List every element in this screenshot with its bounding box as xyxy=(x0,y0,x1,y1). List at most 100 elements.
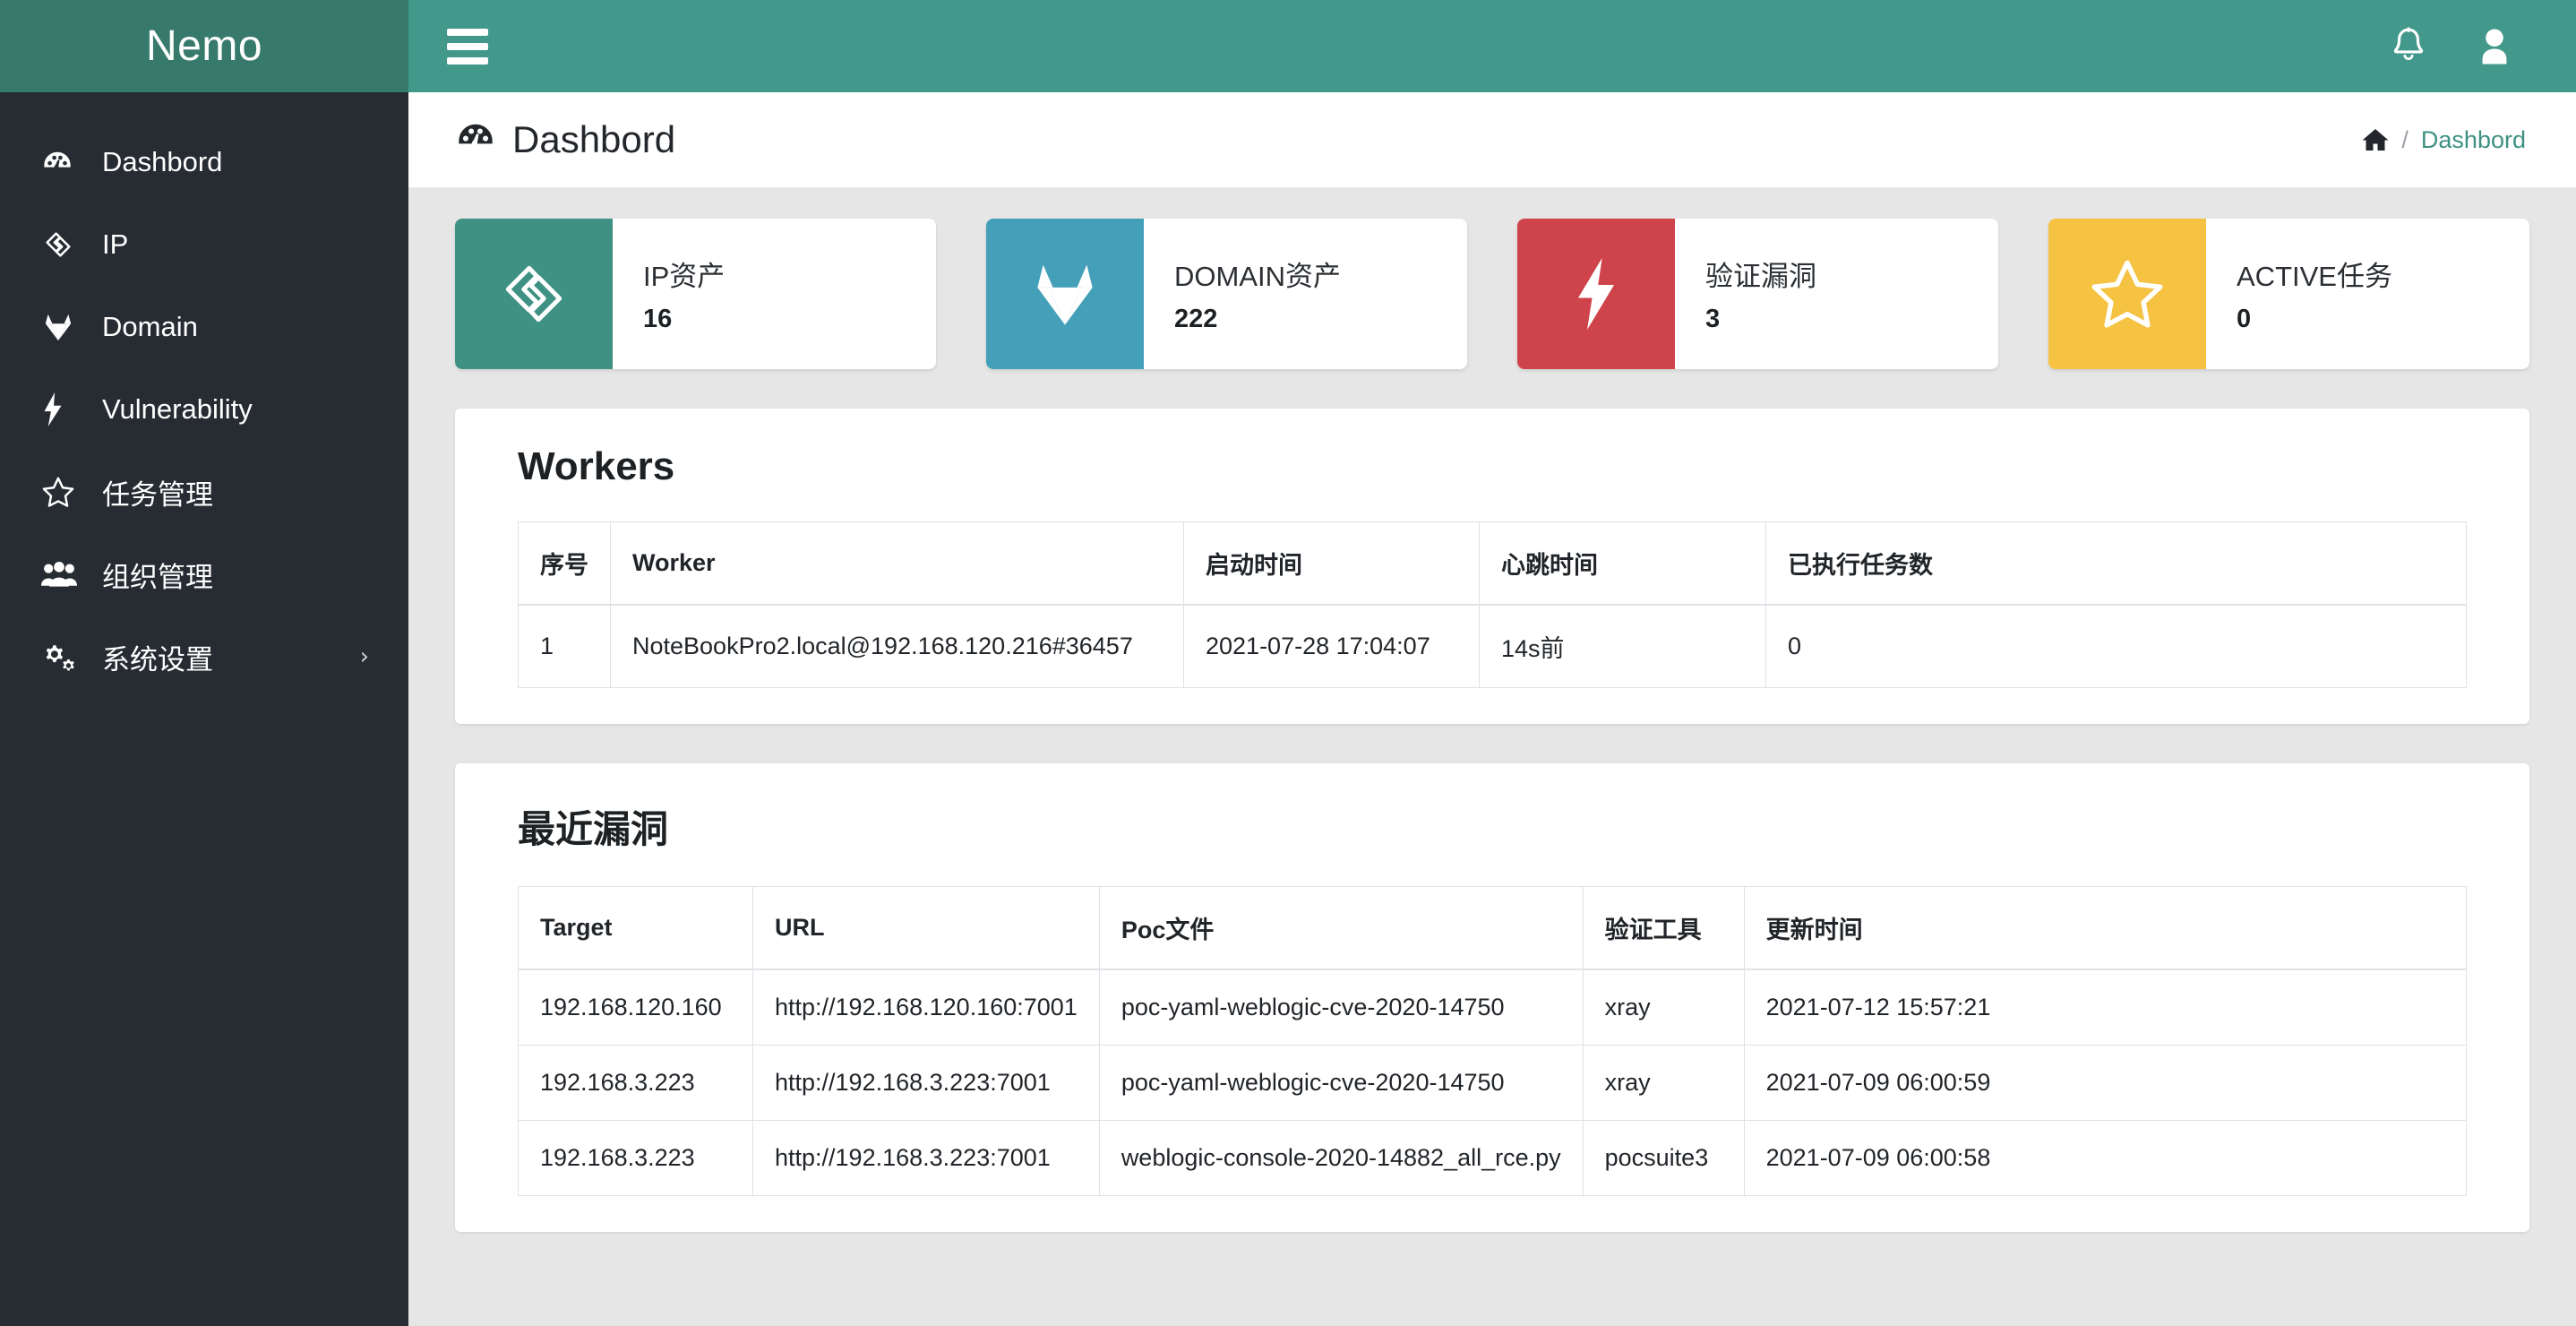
ip-diamond-icon xyxy=(41,228,82,262)
table-header-row: Target URL Poc文件 验证工具 更新时间 xyxy=(518,886,2468,970)
cell-target: 192.168.3.223 xyxy=(518,1045,753,1121)
gears-icon xyxy=(41,641,82,672)
stat-label: DOMAIN资产 xyxy=(1174,261,1341,292)
fox-icon xyxy=(1027,260,1103,328)
breadcrumb-separator: / xyxy=(2401,125,2409,153)
star-icon xyxy=(2090,258,2165,330)
cell-tool: xray xyxy=(1582,1045,1745,1121)
sidebar-item-system-settings[interactable]: 系统设置 › xyxy=(0,616,408,698)
user-icon[interactable] xyxy=(2463,15,2526,78)
workers-table-body: 1 NoteBookPro2.local@192.168.120.216#364… xyxy=(518,604,2467,688)
col-updated: 更新时间 xyxy=(1743,886,2468,970)
cell-tool: xray xyxy=(1582,969,1745,1046)
bell-icon[interactable] xyxy=(2377,15,2440,78)
tachometer-icon xyxy=(455,120,496,159)
table-row[interactable]: 1 NoteBookPro2.local@192.168.120.216#364… xyxy=(518,604,2467,688)
col-starttime: 启动时间 xyxy=(1183,521,1480,606)
recent-vuln-table-head: Target URL Poc文件 验证工具 更新时间 xyxy=(518,886,2468,970)
sidebar-item-vulnerability[interactable]: Vulnerability xyxy=(0,368,408,451)
recent-vuln-title: 最近漏洞 xyxy=(518,808,669,850)
cell-updated: 2021-07-09 06:00:59 xyxy=(1743,1045,2468,1121)
cell-target: 192.168.120.160 xyxy=(518,969,753,1046)
hamburger-icon[interactable] xyxy=(441,20,494,73)
stat-label: ACTIVE任务 xyxy=(2237,261,2392,292)
col-url: URL xyxy=(752,886,1100,970)
col-executed: 已执行任务数 xyxy=(1765,521,2467,606)
page-title-text: Dashbord xyxy=(512,118,676,160)
recent-vuln-table-wrap: Target URL Poc文件 验证工具 更新时间 192.168.120.1… xyxy=(455,886,2529,1196)
cell-poc: poc-yaml-weblogic-cve-2020-14750 xyxy=(1098,969,1584,1046)
col-seq: 序号 xyxy=(518,521,611,606)
chevron-right-icon: › xyxy=(359,643,369,670)
cell-url: http://192.168.120.160:7001 xyxy=(752,969,1100,1046)
tachometer-icon xyxy=(41,146,82,178)
hamburger-bar xyxy=(447,56,488,65)
stat-card-ip[interactable]: IP资产 16 xyxy=(455,219,936,369)
sidebar: Nemo Dashbord IP Domain Vulnerability 任务… xyxy=(0,0,408,1326)
cell-updated: 2021-07-12 15:57:21 xyxy=(1743,969,2468,1046)
stat-icon-panel xyxy=(2048,219,2206,369)
stat-body: ACTIVE任务 0 xyxy=(2206,219,2529,369)
table-row[interactable]: 192.168.3.223 http://192.168.3.223:7001 … xyxy=(518,1120,2468,1196)
cell-poc: weblogic-console-2020-14882_all_rce.py xyxy=(1098,1120,1584,1196)
brand-header[interactable]: Nemo xyxy=(0,0,408,92)
recent-vuln-table: Target URL Poc文件 验证工具 更新时间 192.168.120.1… xyxy=(518,886,2468,1196)
breadcrumb-current[interactable]: Dashbord xyxy=(2421,126,2526,154)
cell-tool: pocsuite3 xyxy=(1582,1120,1745,1196)
col-tool: 验证工具 xyxy=(1582,886,1745,970)
stat-body: IP资产 16 xyxy=(613,219,936,369)
sidebar-item-dashboard[interactable]: Dashbord xyxy=(0,121,408,203)
app-root: Nemo Dashbord IP Domain Vulnerability 任务… xyxy=(0,0,2576,1326)
stat-card-vulnerability[interactable]: 验证漏洞 3 xyxy=(1517,219,1998,369)
sidebar-item-label: Dashbord xyxy=(102,146,223,177)
table-row[interactable]: 192.168.120.160 http://192.168.120.160:7… xyxy=(518,969,2468,1046)
sidebar-item-task-management[interactable]: 任务管理 xyxy=(0,451,408,533)
star-icon xyxy=(41,476,82,508)
brand-name: Nemo xyxy=(145,22,263,70)
sidebar-item-ip[interactable]: IP xyxy=(0,203,408,286)
workers-table: 序号 Worker 启动时间 心跳时间 已执行任务数 1 NoteBookPro… xyxy=(518,521,2467,688)
col-heartbeat: 心跳时间 xyxy=(1479,521,1766,606)
sidebar-item-org-management[interactable]: 组织管理 xyxy=(0,533,408,616)
sidebar-nav: Dashbord IP Domain Vulnerability 任务管理 组织… xyxy=(0,92,408,698)
content-area: IP资产 16 DOMAIN资产 222 验证漏洞 3 ACTIVE任务 0 W… xyxy=(408,188,2576,1326)
page-title: Dashbord xyxy=(455,118,675,161)
sidebar-item-label: 任务管理 xyxy=(102,478,213,511)
cell-url: http://192.168.3.223:7001 xyxy=(752,1120,1100,1196)
sidebar-item-label: Vulnerability xyxy=(102,393,253,425)
cell-starttime: 2021-07-28 17:04:07 xyxy=(1183,604,1480,688)
col-poc: Poc文件 xyxy=(1098,886,1584,970)
cell-heartbeat: 14s前 xyxy=(1479,604,1766,688)
sidebar-item-label: 组织管理 xyxy=(102,561,213,593)
stat-icon-panel xyxy=(986,219,1144,369)
stat-value: 222 xyxy=(1174,305,1218,333)
sidebar-item-domain[interactable]: Domain xyxy=(0,286,408,368)
stat-value: 3 xyxy=(1705,305,1721,333)
workers-panel: Workers 序号 Worker 启动时间 心跳时间 已执行任务数 1 Not… xyxy=(455,409,2529,724)
main-area: Dashbord / Dashbord IP资产 16 DOMAIN资产 222… xyxy=(408,0,2576,1326)
col-target: Target xyxy=(518,886,753,970)
workers-title: Workers xyxy=(518,444,675,488)
stat-card-domain[interactable]: DOMAIN资产 222 xyxy=(986,219,1467,369)
hamburger-bar xyxy=(447,42,488,50)
stat-body: 验证漏洞 3 xyxy=(1675,219,1998,369)
cell-seq: 1 xyxy=(518,604,611,688)
col-worker: Worker xyxy=(610,521,1184,606)
stat-label: 验证漏洞 xyxy=(1705,261,1816,292)
stat-icon-panel xyxy=(455,219,613,369)
breadcrumb: / Dashbord xyxy=(2362,126,2526,154)
table-row[interactable]: 192.168.3.223 http://192.168.3.223:7001 … xyxy=(518,1045,2468,1121)
hamburger-bar xyxy=(447,28,488,36)
sidebar-item-label: IP xyxy=(102,228,129,260)
home-icon[interactable] xyxy=(2362,127,2389,152)
stat-icon-panel xyxy=(1517,219,1675,369)
cell-target: 192.168.3.223 xyxy=(518,1120,753,1196)
recent-vuln-table-body: 192.168.120.160 http://192.168.120.160:7… xyxy=(518,969,2468,1196)
bolt-icon xyxy=(1573,258,1619,330)
sidebar-item-label: Domain xyxy=(102,311,198,342)
cell-executed: 0 xyxy=(1765,604,2467,688)
workers-table-wrap: 序号 Worker 启动时间 心跳时间 已执行任务数 1 NoteBookPro… xyxy=(455,521,2529,688)
page-header: Dashbord / Dashbord xyxy=(408,92,2576,188)
stat-card-active-task[interactable]: ACTIVE任务 0 xyxy=(2048,219,2529,369)
top-navbar xyxy=(408,0,2576,92)
